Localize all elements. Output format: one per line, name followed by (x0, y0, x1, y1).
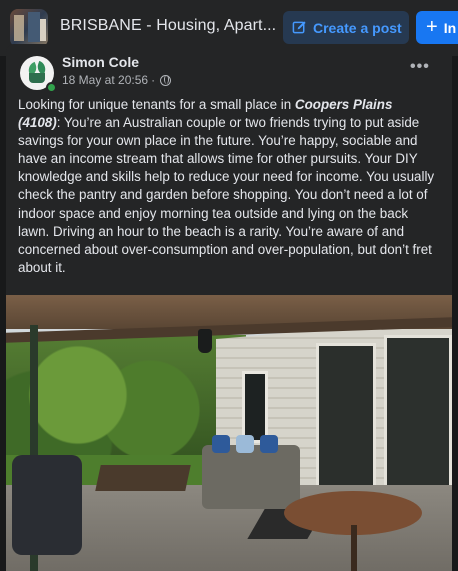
photo-sliding-door (384, 335, 452, 510)
photo-sofa (202, 435, 300, 509)
invite-label: In (443, 19, 457, 36)
create-post-label: Create a post (313, 19, 402, 36)
photo-table-leg (351, 525, 357, 571)
post-author[interactable]: Simon Cole (62, 54, 139, 70)
photo-outdoor-chair (12, 455, 82, 555)
group-thumbnail[interactable] (10, 9, 48, 47)
photo-coffee-table (95, 465, 191, 491)
online-status-icon (46, 82, 57, 93)
post-body: Looking for unique tenants for a small p… (18, 96, 438, 277)
post-text-intro: Looking for unique tenants for a small p… (18, 97, 295, 112)
more-options-button[interactable]: ••• (410, 58, 430, 76)
post-text-main: : You’re an Australian couple or two fri… (18, 115, 435, 275)
photo-screen-door (316, 343, 376, 503)
post-photo[interactable] (6, 295, 452, 571)
post-timestamp[interactable]: 18 May at 20:56 (62, 73, 148, 87)
meta-separator: · (151, 73, 156, 87)
group-name[interactable]: BRISBANE - Housing, Apart... (60, 17, 276, 35)
create-post-button[interactable]: Create a post (283, 11, 409, 44)
photo-window (242, 371, 268, 443)
post-meta: 18 May at 20:56 · (62, 73, 172, 87)
invite-button[interactable]: + In (416, 11, 458, 44)
photo-lamp (198, 329, 212, 353)
post-card: Simon Cole 18 May at 20:56 · ••• Looking… (6, 44, 452, 571)
globe-icon (160, 74, 172, 86)
plus-icon: + (426, 15, 438, 38)
edit-icon (292, 21, 306, 34)
